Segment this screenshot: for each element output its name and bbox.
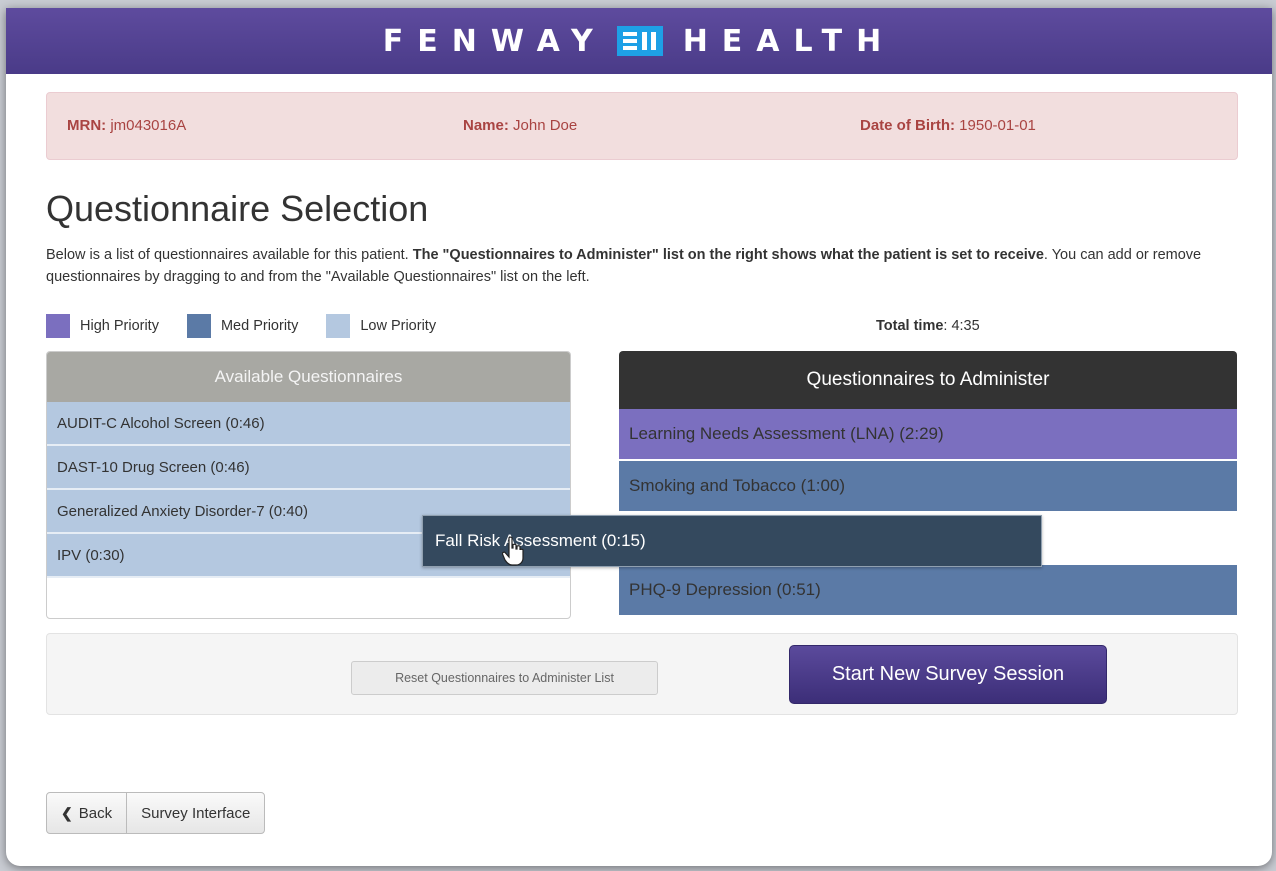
administer-item[interactable]: PHQ-9 Depression (0:51): [619, 565, 1237, 617]
legend-low: Low Priority: [326, 314, 436, 338]
high-priority-swatch: [46, 314, 70, 338]
legend-med: Med Priority: [186, 314, 299, 338]
low-priority-swatch: [326, 314, 351, 338]
description-text-1: Below is a list of questionnaires availa…: [46, 247, 413, 263]
legend-med-label: Med Priority: [220, 318, 299, 334]
total-time-value: : 4:35: [943, 318, 980, 334]
priority-legend: High Priority Med Priority Low Priority: [46, 314, 464, 338]
start-survey-session-button[interactable]: Start New Survey Session: [789, 645, 1107, 704]
legend-high-label: High Priority: [80, 318, 159, 334]
available-questionnaires-header: Available Questionnaires: [47, 352, 570, 402]
name-label: Name:: [463, 117, 509, 134]
page-title: Questionnaire Selection: [46, 188, 429, 229]
administer-item[interactable]: Learning Needs Assessment (LNA) (2:29): [619, 409, 1237, 461]
logo-mark-icon: [616, 26, 663, 56]
logo-text-left: FENWAY: [382, 23, 607, 59]
administer-header: Questionnaires to Administer: [619, 351, 1237, 409]
administer-item[interactable]: Smoking and Tobacco (1:00): [619, 461, 1237, 513]
dob-field: Date of Birth: 1950-01-01: [860, 117, 1036, 134]
logo-text-right: HEALTH: [682, 23, 896, 59]
dob-label: Date of Birth:: [860, 117, 955, 134]
reset-list-button[interactable]: Reset Questionnaires to Administer List: [351, 661, 658, 695]
app-window: FENWAY HEALTH MRN: jm043016A Name: John …: [6, 8, 1272, 866]
mrn-field: MRN: jm043016A: [67, 117, 186, 134]
name-value: John Doe: [513, 117, 578, 134]
app-header: FENWAY HEALTH: [6, 8, 1272, 74]
legend-low-label: Low Priority: [360, 318, 437, 334]
hand-cursor-icon: [502, 536, 524, 566]
page-description: Below is a list of questionnaires availa…: [46, 244, 1246, 288]
available-item[interactable]: DAST-10 Drug Screen (0:46): [47, 446, 570, 490]
back-label: Back: [78, 804, 113, 822]
fenway-health-logo: FENWAY HEALTH: [383, 24, 895, 59]
patient-info-bar: MRN: jm043016A Name: John Doe Date of Bi…: [46, 92, 1238, 160]
chevron-left-icon: ❮: [61, 804, 73, 821]
available-questionnaires-panel: Available Questionnaires AUDIT-C Alcohol…: [46, 351, 571, 619]
dob-value: 1950-01-01: [959, 117, 1036, 134]
mrn-value: jm043016A: [110, 117, 187, 134]
questionnaires-to-administer-panel: Questionnaires to Administer Learning Ne…: [619, 351, 1237, 621]
back-button[interactable]: ❮ Back: [47, 793, 126, 833]
total-time: Total time: 4:35: [876, 318, 980, 334]
action-bar: Reset Questionnaires to Administer List …: [46, 633, 1238, 715]
total-time-label: Total time: [876, 318, 944, 334]
med-priority-swatch: [186, 314, 211, 338]
mrn-label: MRN:: [67, 117, 107, 134]
description-bold: The "Questionnaires to Administer" list …: [412, 247, 1044, 263]
name-field: Name: John Doe: [463, 117, 577, 134]
legend-high: High Priority: [46, 314, 159, 338]
survey-interface-button[interactable]: Survey Interface: [126, 793, 264, 833]
available-item[interactable]: AUDIT-C Alcohol Screen (0:46): [47, 402, 570, 446]
nav-button-group: ❮ Back Survey Interface: [46, 792, 266, 834]
